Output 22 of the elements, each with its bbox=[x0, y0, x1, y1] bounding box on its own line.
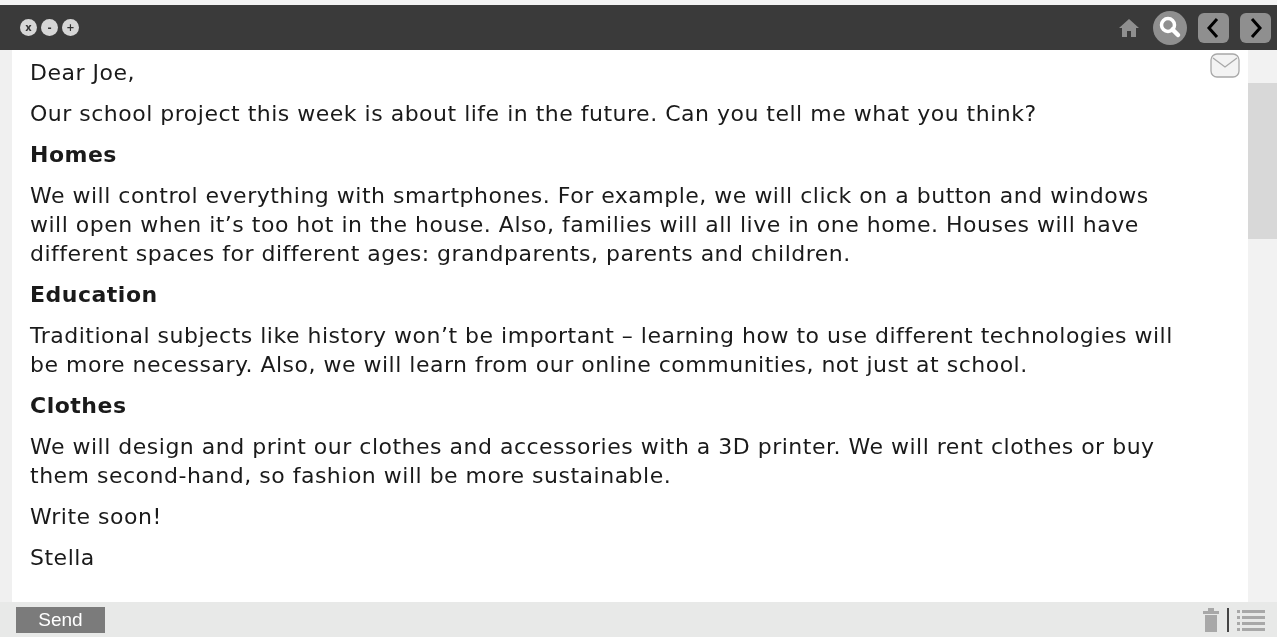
forward-button[interactable] bbox=[1240, 12, 1271, 43]
letter-paragraph: Write soon! bbox=[30, 503, 163, 531]
window-control-button[interactable]: + bbox=[62, 19, 79, 36]
scrollbar-thumb[interactable] bbox=[1248, 83, 1277, 239]
send-button[interactable]: Send bbox=[16, 606, 105, 633]
back-button[interactable] bbox=[1198, 12, 1229, 43]
letter-paragraph: Stella bbox=[30, 544, 96, 572]
search-icon[interactable] bbox=[1153, 10, 1187, 45]
home-icon[interactable] bbox=[1118, 17, 1140, 38]
list-icon[interactable] bbox=[1237, 607, 1265, 632]
letter-paragraph: Our school project this week is about life in the future. Can you tell me what you think? bbox=[30, 100, 1038, 128]
section-heading: Education bbox=[30, 281, 159, 309]
window-control-button[interactable]: - bbox=[41, 19, 58, 36]
envelope-icon[interactable] bbox=[1210, 53, 1240, 78]
section-heading: Homes bbox=[30, 141, 118, 169]
letter-paragraph: We will design and print our clothes and accessories with a 3D printer. We will rent clothes or buy them second-hand, so fashion will be more sustainable. bbox=[30, 433, 1156, 490]
letter-paragraph: Traditional subjects like history won’t be important – learning how to use different technologies will be more necessary. Also, we will learn from our online communities, not just at school. bbox=[30, 322, 1174, 379]
trash-icon[interactable] bbox=[1203, 607, 1219, 632]
section-heading: Clothes bbox=[30, 392, 128, 420]
letter-paragraph: Dear Joe, bbox=[30, 59, 136, 87]
window-control-button[interactable]: x bbox=[20, 19, 37, 36]
letter-paragraph: We will control everything with smartphones. For example, we will click on a button and windows will open when it’s too hot in the house. Also, families will all live in one home. Houses will have different spaces for different ages: grandparents, parents and children. bbox=[30, 182, 1150, 268]
